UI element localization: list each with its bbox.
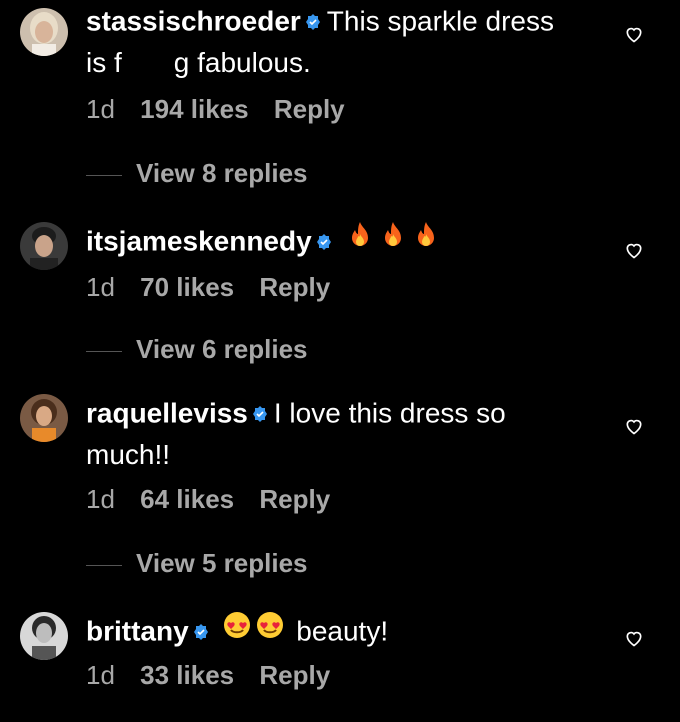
redaction-block — [121, 51, 174, 78]
comment-time: 1d — [86, 660, 115, 690]
view-replies-button[interactable]: View 6 replies — [86, 334, 308, 365]
comment-meta: 1d 64 likes Reply — [86, 484, 348, 515]
comment-meta: 1d 194 likes Reply — [86, 94, 363, 125]
comment-text: brittany beauty! — [86, 610, 566, 656]
like-heart-icon[interactable] — [624, 628, 644, 648]
avatar[interactable] — [20, 8, 68, 56]
verified-badge-icon — [193, 612, 209, 650]
fire-emoji-icon — [411, 220, 441, 260]
comment-username[interactable]: itsjameskennedy — [86, 225, 312, 256]
like-heart-icon[interactable] — [624, 240, 644, 260]
likes-count[interactable]: 70 likes — [140, 272, 234, 302]
verified-badge-icon — [316, 222, 332, 260]
comment-meta: 1d 33 likes Reply — [86, 660, 348, 691]
comment-username[interactable]: brittany — [86, 615, 189, 646]
reply-button[interactable]: Reply — [259, 272, 330, 302]
comment-body: beauty! — [296, 615, 389, 647]
fire-emoji-icon — [345, 220, 375, 260]
comment-meta: 1d 70 likes Reply — [86, 272, 348, 303]
view-replies-label: View 6 replies — [136, 334, 308, 364]
likes-count[interactable]: 33 likes — [140, 660, 234, 690]
comment-username[interactable]: stassischroeder — [86, 5, 301, 36]
view-replies-button[interactable]: View 8 replies — [86, 158, 308, 189]
view-replies-button[interactable]: View 5 replies — [86, 548, 308, 579]
comment-time: 1d — [86, 272, 115, 302]
comment-username[interactable]: raquelleviss — [86, 397, 248, 428]
comment-text: raquelleviss I love this dress so much!! — [86, 394, 566, 474]
divider-line — [86, 350, 122, 352]
heart-eyes-emoji-icon — [222, 610, 252, 650]
view-replies-label: View 8 replies — [136, 158, 308, 188]
view-replies-label: View 5 replies — [136, 548, 308, 578]
heart-eyes-emoji-icon — [255, 610, 285, 650]
verified-badge-icon — [305, 2, 321, 40]
like-heart-icon[interactable] — [624, 416, 644, 436]
divider-line — [86, 174, 122, 176]
likes-count[interactable]: 194 likes — [140, 94, 248, 124]
comment-text: itsjameskennedy — [86, 220, 566, 266]
reply-button[interactable]: Reply — [274, 94, 345, 124]
fire-emoji-icon — [378, 220, 408, 260]
avatar[interactable] — [20, 612, 68, 660]
like-heart-icon[interactable] — [624, 24, 644, 44]
divider-line — [86, 564, 122, 566]
likes-count[interactable]: 64 likes — [140, 484, 234, 514]
comment-time: 1d — [86, 484, 115, 514]
avatar[interactable] — [20, 394, 68, 442]
avatar[interactable] — [20, 222, 68, 270]
comment-body-continued: g fabulous. — [173, 47, 311, 78]
verified-badge-icon — [252, 394, 268, 432]
comment-text: stassischroeder This sparkle dress is fg … — [86, 2, 566, 82]
reply-button[interactable]: Reply — [259, 484, 330, 514]
comment-time: 1d — [86, 94, 115, 124]
reply-button[interactable]: Reply — [259, 660, 330, 690]
